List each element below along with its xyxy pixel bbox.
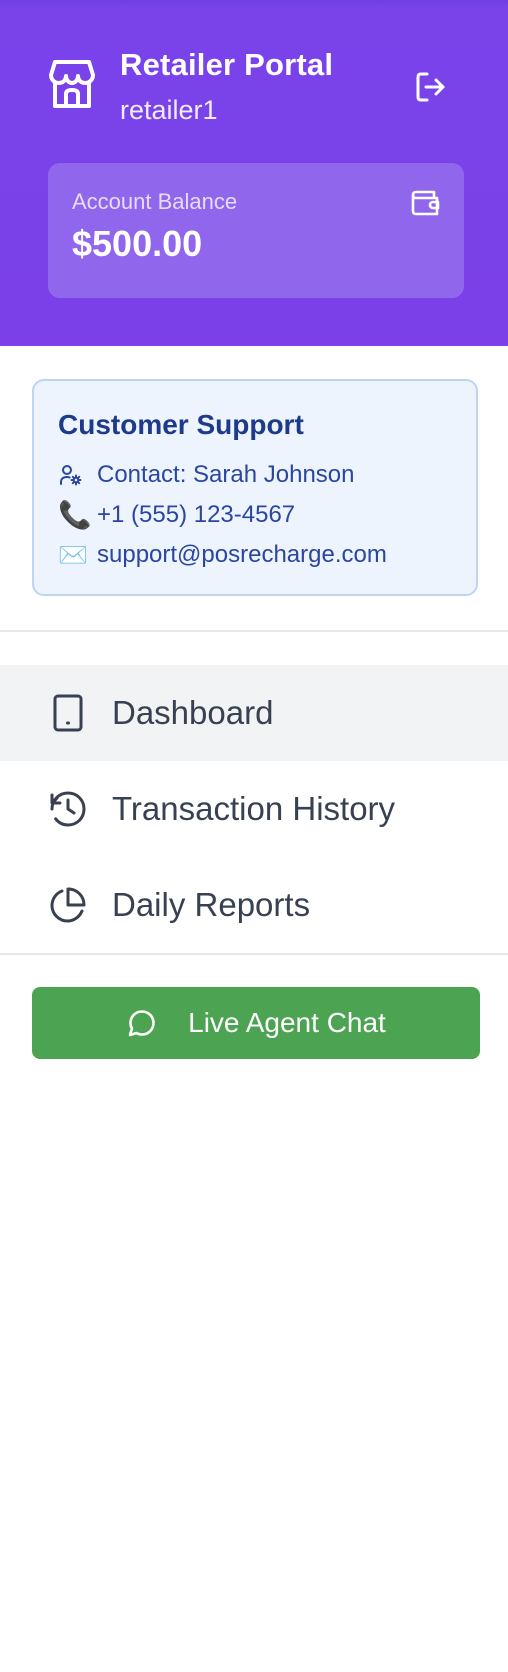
nav-item-dashboard[interactable]: Dashboard <box>0 665 508 761</box>
nav-item-transaction-history[interactable]: Transaction History <box>0 761 508 857</box>
nav-item-daily-reports[interactable]: Daily Reports <box>0 857 508 953</box>
support-email-text: support@posrecharge.com <box>97 541 387 568</box>
wallet-icon <box>411 190 440 216</box>
support-contact: Contact: Sarah Johnson <box>58 459 355 491</box>
divider <box>0 953 508 955</box>
user-cog-icon <box>58 459 92 491</box>
message-circle-icon <box>128 1010 155 1037</box>
support-email: ✉️ support@posrecharge.com <box>58 539 387 571</box>
username: retailer1 <box>120 95 218 125</box>
live-agent-chat-label: Live Agent Chat <box>188 1007 386 1038</box>
pie-chart-icon <box>50 887 86 923</box>
account-balance-card: Account Balance $500.00 <box>48 163 464 298</box>
support-phone-text: +1 (555) 123-4567 <box>97 501 296 528</box>
portal-title: Retailer Portal <box>120 47 334 82</box>
logout-icon[interactable] <box>414 70 448 104</box>
phone-icon: 📞 <box>58 500 92 530</box>
nav-item-label: Transaction History <box>112 790 396 827</box>
support-title: Customer Support <box>58 409 304 440</box>
support-phone: 📞 +1 (555) 123-4567 <box>58 499 295 531</box>
envelope-icon: ✉️ <box>58 541 88 569</box>
tablet-icon <box>53 694 83 732</box>
history-icon <box>50 791 86 827</box>
nav-item-label: Dashboard <box>112 694 274 731</box>
sidebar-header: Retailer Portal retailer1 Account Balanc… <box>0 0 508 346</box>
customer-support-card: Customer Support Contact: Sarah Johnson … <box>32 379 478 596</box>
divider <box>0 630 508 632</box>
live-agent-chat-button[interactable]: Live Agent Chat <box>32 987 480 1059</box>
balance-amount: $500.00 <box>72 223 203 264</box>
support-contact-text: Contact: Sarah Johnson <box>97 461 355 488</box>
nav-item-label: Daily Reports <box>112 886 311 923</box>
store-icon <box>49 60 95 108</box>
balance-label: Account Balance <box>72 189 238 214</box>
